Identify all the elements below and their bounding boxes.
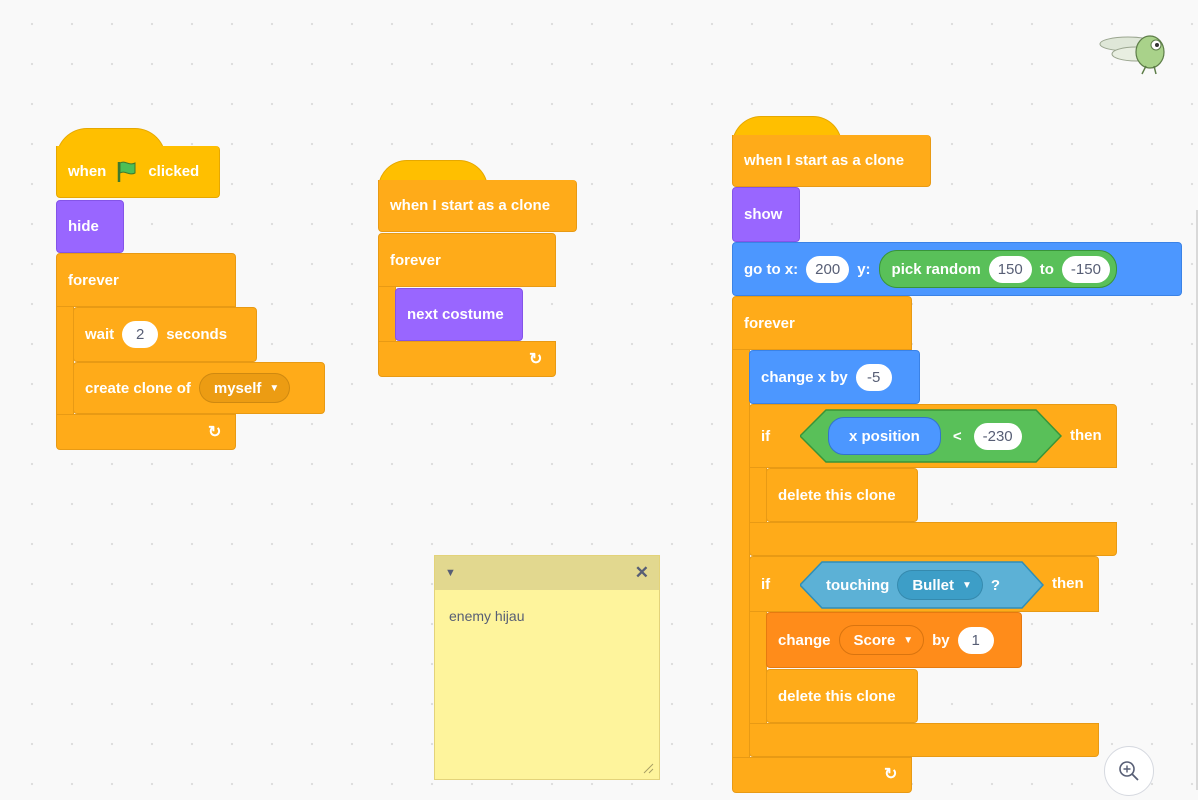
variable-value: Score [853,631,896,649]
go-to-xy-block[interactable]: go to x: 200 y: pick random 150 to -150 [732,242,1182,296]
forever-block[interactable]: forever [56,253,236,307]
random-from-input[interactable]: 150 [988,255,1032,283]
less-than-symbol: < [952,427,962,445]
dropdown-arrow-icon: ▼ [962,579,972,591]
forever-label: forever [744,314,795,332]
x-input[interactable]: 200 [806,255,850,283]
forever-label: forever [68,271,119,289]
change-label: change [778,631,831,649]
seconds-label: seconds [166,326,228,343]
less-than-input[interactable]: -230 [973,422,1022,450]
x-position-reporter[interactable]: x position [828,417,941,455]
resize-handle-icon[interactable] [642,762,654,774]
touching-target-value: Bullet [912,576,954,594]
forever-block[interactable]: forever [378,233,556,287]
hide-block[interactable]: hide [56,200,124,253]
by-label: by [932,631,950,649]
loop-arrow-icon: ↻ [529,351,543,368]
when-start-clone-block[interactable]: when I start as a clone [732,135,931,187]
show-block[interactable]: show [732,187,800,242]
forever-arm [56,306,74,416]
touching-target-dropdown[interactable]: Bullet ▼ [897,570,983,600]
clone-target-value: myself [213,379,262,397]
forever-arm [732,349,750,761]
clicked-label: clicked [148,163,200,180]
create-clone-block[interactable]: create clone of myself ▼ [73,362,325,414]
clone-hat-label: when I start as a clone [744,152,905,169]
forever-block[interactable]: forever [732,296,912,350]
when-start-clone-block[interactable]: when I start as a clone [378,180,577,232]
pick-random-label: pick random [891,260,981,278]
change-score-block[interactable]: change Score ▼ by 1 [766,612,1022,668]
clone-hat-label: when I start as a clone [390,197,551,214]
if-bottom [749,522,1117,556]
wait-label: wait [85,326,115,343]
pick-random-reporter[interactable]: pick random 150 to -150 [878,250,1117,288]
wait-block[interactable]: wait 2 seconds [73,307,257,362]
when-label: when [68,163,107,180]
change-x-label: change x by [761,368,848,386]
zoom-in-button[interactable] [1104,746,1154,796]
when-flag-clicked-block[interactable]: when clicked [56,146,220,198]
delete-clone-block[interactable]: delete this clone [766,468,918,522]
if2-label: if [761,575,771,593]
goto-x-label: go to x: [744,260,799,278]
then-label-2: then [1052,575,1084,592]
delete-clone-label: delete this clone [778,486,896,504]
change-x-block[interactable]: change x by -5 [749,350,920,404]
comment-header[interactable]: ▼ ✕ [435,556,659,590]
random-to-input[interactable]: -150 [1061,255,1110,283]
next-costume-label: next costume [407,306,504,323]
if-label: if [761,427,771,445]
green-flag-icon [118,161,136,182]
comment-note[interactable]: ▼ ✕ enemy hijau [434,555,660,780]
collapse-arrow-icon[interactable]: ▼ [445,567,456,579]
touching-label: touching [826,576,890,594]
question-mark: ? [990,576,1001,594]
x-position-label: x position [849,427,920,445]
if2-bottom [749,723,1099,757]
y-label: y: [857,260,871,278]
variable-dropdown[interactable]: Score ▼ [838,625,925,655]
touching-content: touching Bullet ▼ ? [826,566,1000,604]
if2-arm [749,611,767,729]
wait-seconds-input[interactable]: 2 [122,321,159,348]
loop-arrow-icon: ↻ [884,766,898,783]
to-label: to [1039,260,1054,278]
hide-label: hide [68,218,99,235]
sprite-mascot-icon [1099,35,1165,75]
dropdown-arrow-icon: ▼ [903,634,914,646]
then-label: then [1070,427,1102,444]
if-arm [749,467,767,523]
zoom-in-icon [1119,761,1139,781]
show-label: show [744,206,783,223]
forever-arm [378,286,396,342]
dropdown-arrow-icon: ▼ [269,382,280,394]
delete-clone-block-2[interactable]: delete this clone [766,669,918,723]
less-than-content: x position < -230 [828,414,1022,458]
clone-target-dropdown[interactable]: myself ▼ [198,373,291,403]
delete-clone-label-2: delete this clone [778,687,896,705]
change-amount-input[interactable]: 1 [957,626,994,654]
create-clone-label: create clone of [85,379,191,397]
forever-label: forever [390,251,441,269]
comment-text[interactable]: enemy hijau [435,590,659,642]
change-x-input[interactable]: -5 [855,363,892,391]
loop-arrow-icon: ↻ [208,424,222,441]
next-costume-block[interactable]: next costume [395,288,523,341]
close-icon[interactable]: ✕ [635,563,649,583]
